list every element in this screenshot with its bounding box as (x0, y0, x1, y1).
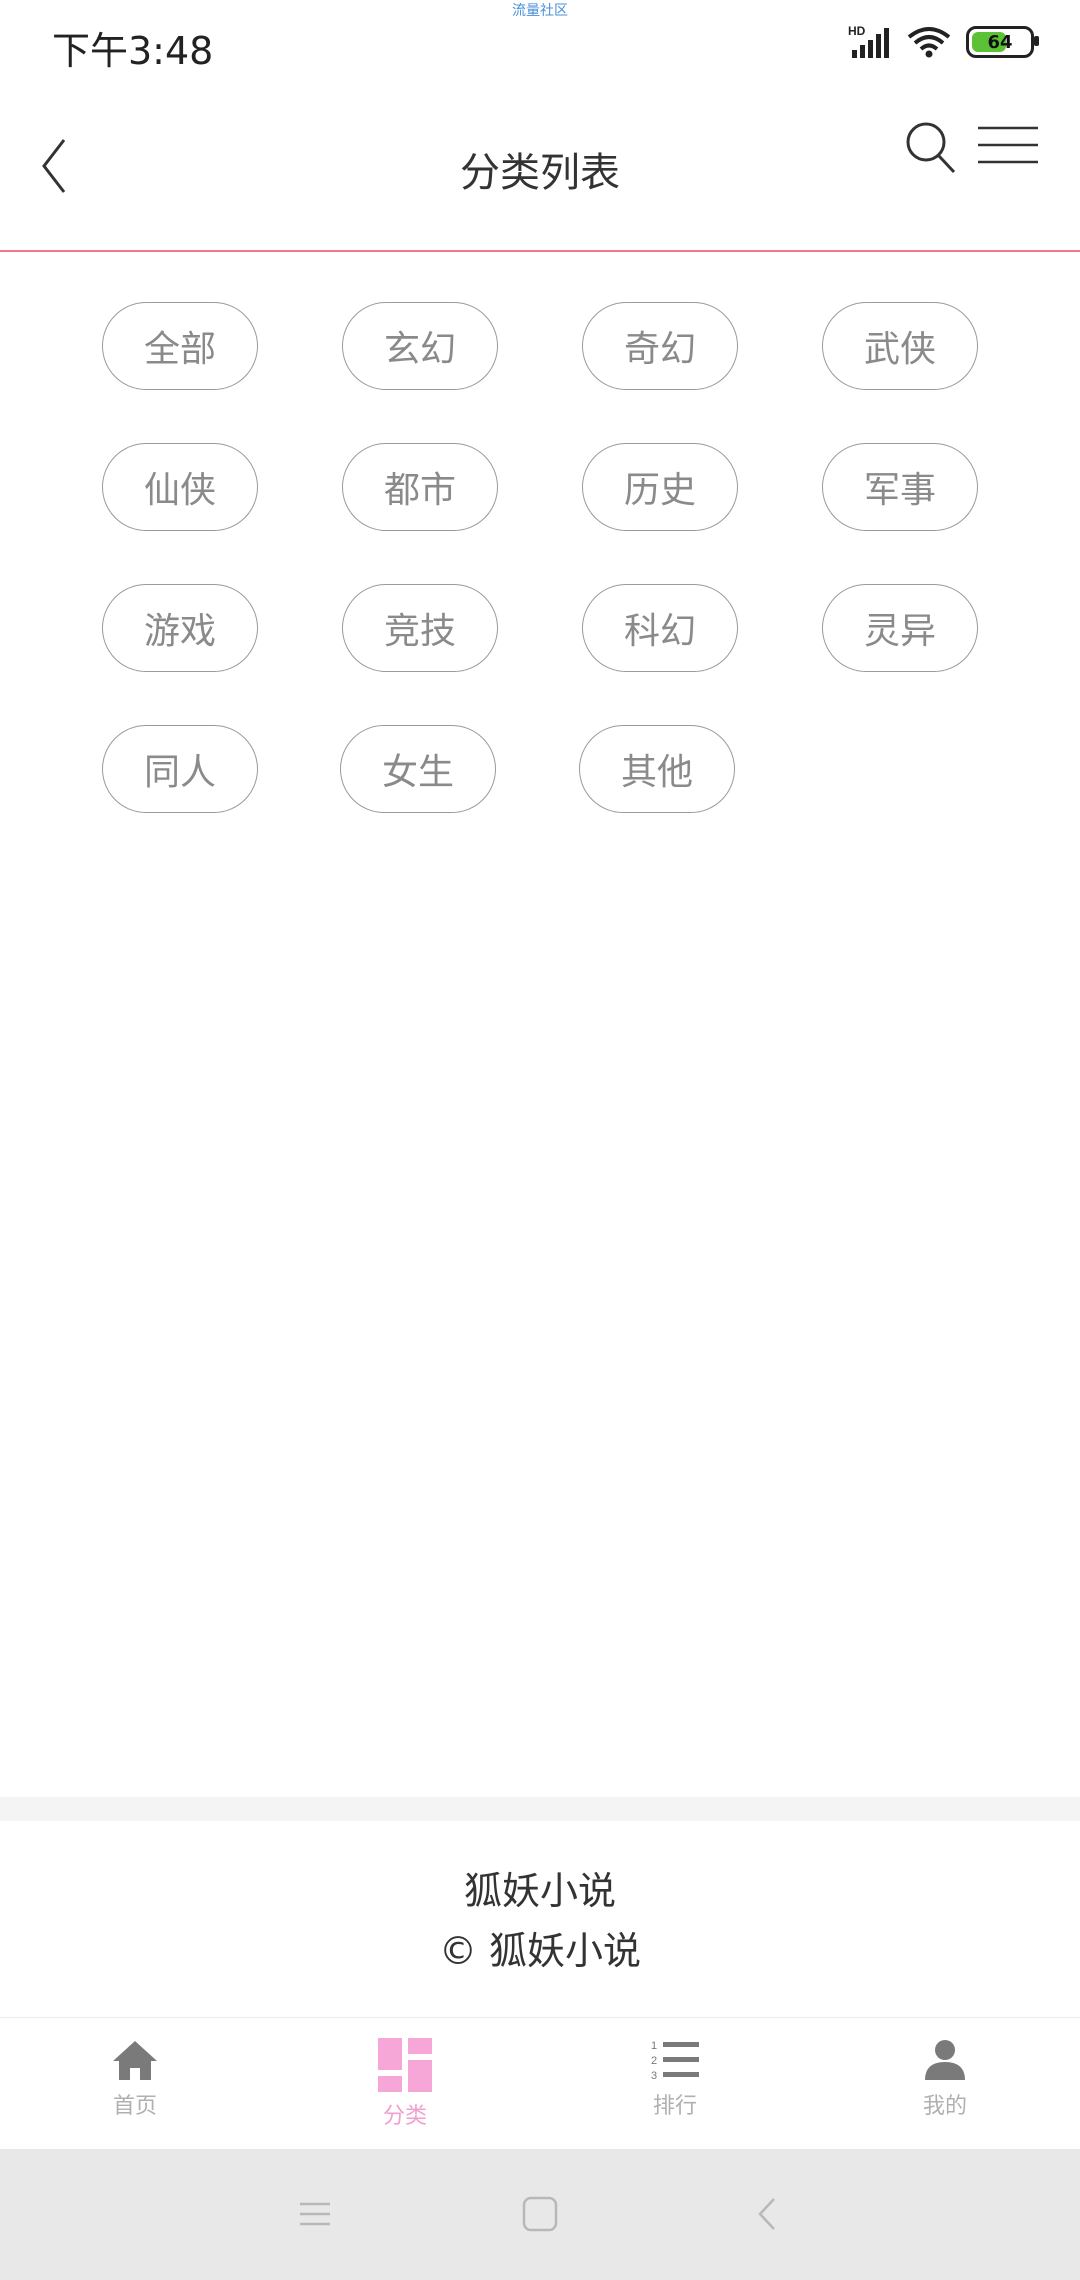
category-pill[interactable]: 竞技 (342, 584, 498, 672)
category-pill[interactable]: 同人 (102, 725, 258, 813)
home-icon (113, 2041, 157, 2080)
signal-icon: HD (848, 24, 889, 58)
status-bar: 流量社区 下午3:48 HD 64 (0, 0, 1080, 90)
category-pill[interactable]: 仙侠 (102, 443, 258, 531)
category-grid-icon (378, 2038, 432, 2092)
system-nav-bar (0, 2149, 1080, 2280)
svg-text:HD: HD (848, 24, 866, 38)
category-pill[interactable]: 军事 (822, 443, 978, 531)
category-pill[interactable]: 灵异 (822, 584, 978, 672)
tab-home-label: 首页 (112, 2094, 157, 2119)
status-icons: HD 64 (848, 24, 1039, 60)
footer-copyright: © 狐妖小说 (438, 1929, 642, 1973)
battery-icon: 64 (966, 26, 1039, 58)
tab-mine-label: 我的 (922, 2094, 967, 2119)
svg-text:3: 3 (651, 2070, 657, 2082)
tab-home[interactable]: 首页 (0, 2018, 270, 2150)
svg-text:1: 1 (651, 2040, 657, 2052)
hamburger-menu-icon[interactable] (978, 124, 1038, 166)
recent-apps-icon[interactable] (290, 2189, 340, 2239)
home-button-icon[interactable] (515, 2189, 565, 2239)
tab-category-label: 分类 (382, 2104, 427, 2129)
category-pill[interactable]: 历史 (582, 443, 738, 531)
battery-percent: 64 (987, 31, 1013, 53)
wifi-icon (907, 27, 951, 58)
footer-separator (0, 1797, 1080, 1821)
status-time: 下午3:48 (52, 29, 214, 73)
category-pill[interactable]: 科幻 (582, 584, 738, 672)
category-pill[interactable]: 游戏 (102, 584, 258, 672)
status-notice: 流量社区 (512, 3, 568, 19)
tab-ranking[interactable]: 1 2 3 排行 (540, 2018, 810, 2150)
svg-text:2: 2 (651, 2055, 657, 2067)
category-pill[interactable]: 其他 (579, 725, 735, 813)
category-pill[interactable]: 全部 (102, 302, 258, 390)
footer-info: 狐妖小说 © 狐妖小说 (0, 1821, 1080, 2017)
search-icon[interactable] (902, 118, 958, 176)
category-pill[interactable]: 都市 (342, 443, 498, 531)
footer-site-name: 狐妖小说 (463, 1869, 616, 1913)
category-pill[interactable]: 武侠 (822, 302, 978, 390)
user-icon (925, 2040, 965, 2080)
category-pill[interactable]: 女生 (340, 725, 496, 813)
category-pill[interactable]: 奇幻 (582, 302, 738, 390)
tab-category[interactable]: 分类 (270, 2018, 540, 2150)
tab-mine[interactable]: 我的 (810, 2018, 1080, 2150)
tab-ranking-label: 排行 (652, 2094, 697, 2119)
category-pill[interactable]: 玄幻 (342, 302, 498, 390)
bottom-tab-bar: 首页 分类 1 2 3 排行 我的 (0, 2017, 1080, 2150)
system-back-icon[interactable] (742, 2189, 792, 2239)
ranking-list-icon: 1 2 3 (651, 2040, 699, 2082)
header: 分类列表 (0, 110, 1080, 252)
